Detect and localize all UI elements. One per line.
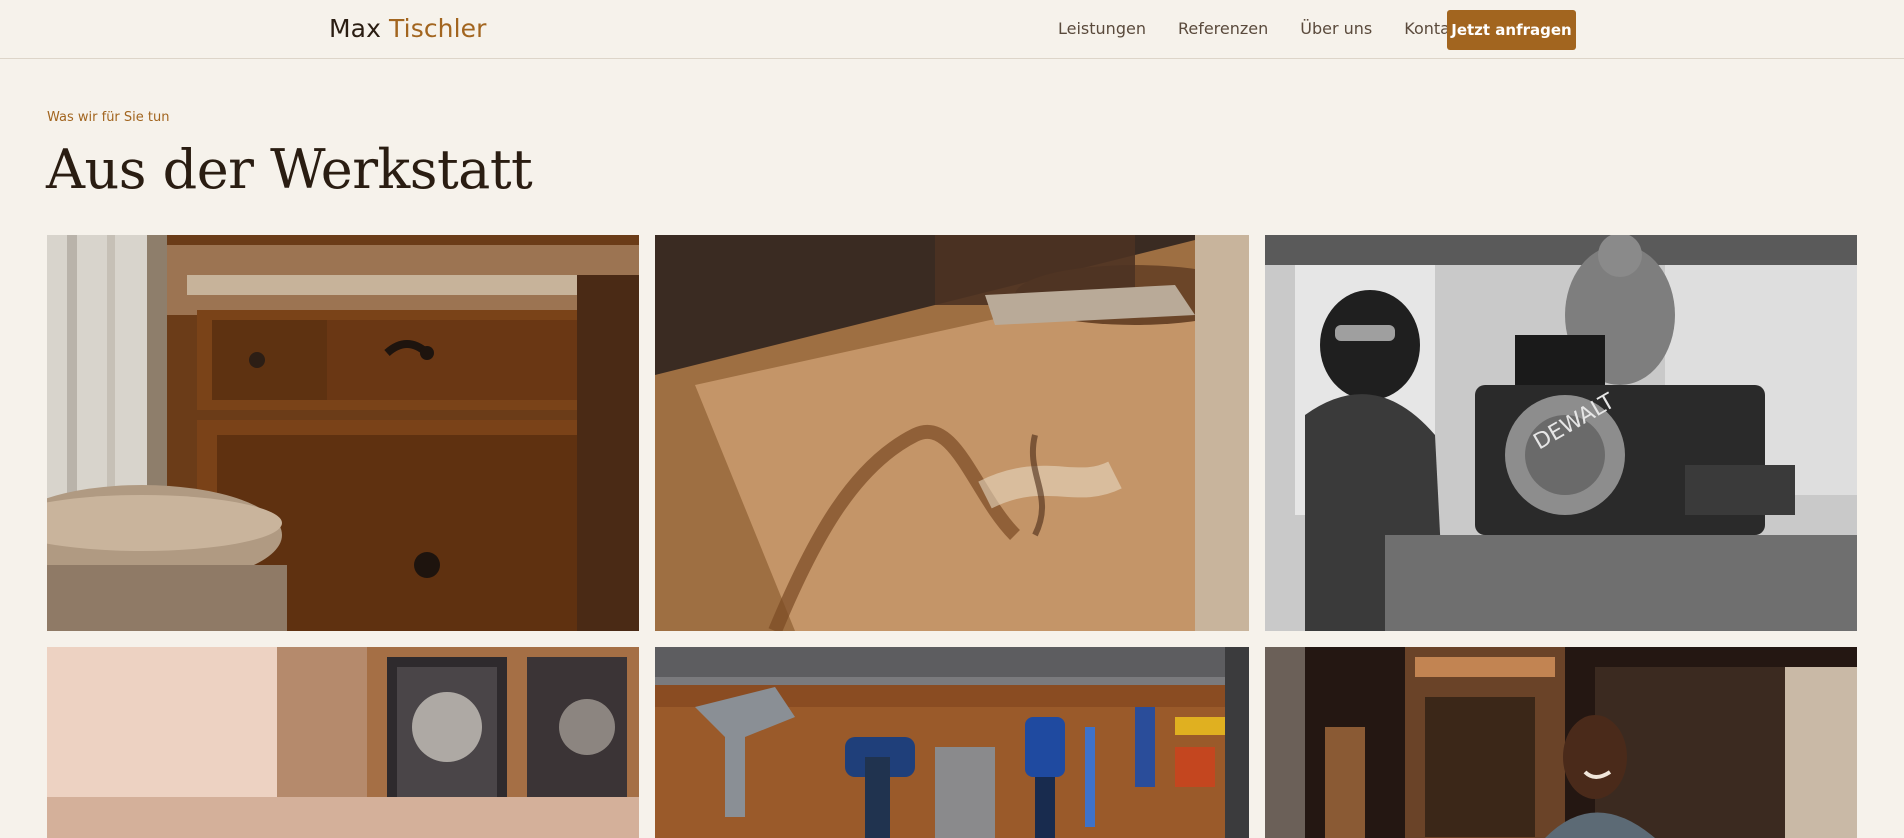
workshop-gallery: DEWALT (0, 0, 1904, 838)
gallery-image-workshop-man[interactable] (1265, 647, 1857, 838)
gallery-image-tools[interactable] (655, 647, 1249, 838)
gallery-image-mitersaw[interactable]: DEWALT (1265, 235, 1857, 631)
gallery-image-dresser[interactable] (47, 235, 639, 631)
gallery-image-window[interactable] (47, 647, 639, 838)
gallery-image-oiling[interactable] (655, 235, 1249, 631)
